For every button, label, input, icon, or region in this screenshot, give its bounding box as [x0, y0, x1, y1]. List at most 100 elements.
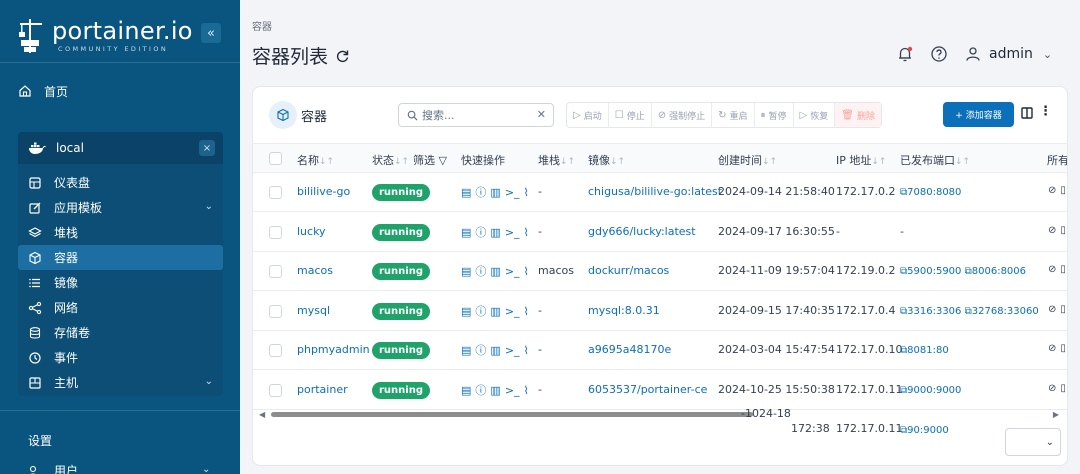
- console-icon[interactable]: >_: [505, 305, 520, 318]
- more-options-icon[interactable]: ⋮: [1039, 104, 1052, 119]
- help-icon[interactable]: [929, 44, 949, 64]
- stats-icon[interactable]: ▥: [490, 344, 500, 357]
- column-header-stack[interactable]: 堆栈↓↑: [538, 152, 575, 168]
- start-button[interactable]: ▷ 启动: [567, 103, 609, 127]
- attach-icon[interactable]: ⌇: [524, 265, 529, 278]
- container-name[interactable]: lucky: [297, 225, 326, 238]
- search-input[interactable]: [422, 108, 534, 122]
- row-checkbox[interactable]: [269, 265, 282, 278]
- image-name[interactable]: chigusa/bililive-go:latest: [588, 185, 722, 198]
- scrollbar-thumb[interactable]: [271, 412, 753, 417]
- column-header-created[interactable]: 创建时间↓↑: [718, 152, 777, 168]
- inspect-icon[interactable]: ⓘ: [475, 263, 486, 279]
- column-header-image[interactable]: 镜像↓↑: [588, 152, 625, 168]
- username[interactable]: admin: [989, 46, 1033, 62]
- column-filter[interactable]: 筛选 ▽: [413, 152, 447, 168]
- container-name[interactable]: portainer: [297, 383, 348, 396]
- container-name[interactable]: macos: [297, 264, 333, 277]
- sidebar-item-images[interactable]: 镜像: [18, 270, 223, 295]
- refresh-icon[interactable]: [334, 48, 350, 64]
- restart-button[interactable]: ↻ 重启: [712, 103, 755, 127]
- close-environment-button[interactable]: ×: [199, 140, 215, 156]
- inspect-icon[interactable]: ⓘ: [475, 342, 486, 358]
- breadcrumb[interactable]: 容器: [252, 18, 272, 33]
- port-mapping[interactable]: 3316:3306: [907, 306, 961, 317]
- console-icon[interactable]: >_: [505, 226, 520, 239]
- resume-button[interactable]: ▷ 恢复: [794, 103, 836, 127]
- inspect-icon[interactable]: ⓘ: [475, 224, 486, 240]
- page-size-select[interactable]: ⌄: [1005, 428, 1061, 456]
- sidebar-item-volumes[interactable]: 存储卷: [18, 320, 223, 345]
- console-icon[interactable]: >_: [505, 186, 520, 199]
- sidebar-item-events[interactable]: 事件: [18, 345, 223, 370]
- add-container-button[interactable]: + 添加容器: [943, 102, 1014, 127]
- column-header-ownership[interactable]: 所有: [1047, 152, 1067, 168]
- logs-icon[interactable]: ▤: [461, 384, 471, 397]
- notification-bell-icon[interactable]: [895, 44, 915, 64]
- console-icon[interactable]: >_: [505, 384, 520, 397]
- attach-icon[interactable]: ⌇: [524, 305, 529, 318]
- remove-button[interactable]: 🗑 删除: [835, 103, 881, 127]
- attach-icon[interactable]: ⌇: [524, 344, 529, 357]
- port-mapping[interactable]: 9000:9000: [907, 385, 961, 396]
- image-name[interactable]: 6053537/portainer-ce: [588, 383, 707, 396]
- sidebar-item-stacks[interactable]: 堆栈: [18, 220, 223, 245]
- sidebar-item-home[interactable]: 首页: [18, 80, 68, 102]
- sidebar-item-host[interactable]: 主机 ⌄: [18, 370, 223, 395]
- sidebar-item-containers[interactable]: 容器: [18, 245, 223, 270]
- sidebar-item-networks[interactable]: 网络: [18, 295, 223, 320]
- horizontal-scrollbar[interactable]: ◀ ▶: [259, 410, 1059, 419]
- inspect-icon[interactable]: ⓘ: [475, 382, 486, 398]
- environment-header[interactable]: local ×: [18, 132, 223, 164]
- logs-icon[interactable]: ▤: [461, 344, 471, 357]
- container-name[interactable]: mysql: [297, 304, 330, 317]
- image-name[interactable]: mysql:8.0.31: [588, 304, 660, 317]
- stats-icon[interactable]: ▥: [490, 384, 500, 397]
- container-name[interactable]: phpmyadmin: [297, 343, 370, 356]
- port-mapping[interactable]: 7080:8080: [907, 187, 961, 198]
- partial-row-port[interactable]: ⧉90:9000: [900, 422, 949, 436]
- port-mapping[interactable]: 8081:80: [907, 345, 949, 356]
- clear-search-icon[interactable]: ✕: [537, 108, 546, 121]
- column-header-ports[interactable]: 已发布端口↓↑: [900, 152, 970, 168]
- container-name[interactable]: bililive-go: [297, 185, 350, 198]
- select-all-checkbox[interactable]: [269, 152, 282, 165]
- row-checkbox[interactable]: [269, 384, 282, 397]
- chevron-down-icon[interactable]: ⌄: [1043, 48, 1052, 61]
- stats-icon[interactable]: ▥: [490, 305, 500, 318]
- logs-icon[interactable]: ▤: [461, 186, 471, 199]
- port-mapping[interactable]: 8006:8006: [972, 266, 1026, 277]
- portainer-logo[interactable]: portainer.io COMMUNITY EDITION: [18, 18, 193, 54]
- logs-icon[interactable]: ▤: [461, 305, 471, 318]
- stats-icon[interactable]: ▥: [490, 265, 500, 278]
- column-header-ip[interactable]: IP 地址↓↑: [836, 152, 886, 168]
- image-name[interactable]: a9695a48170e: [588, 343, 671, 356]
- row-checkbox[interactable]: [269, 344, 282, 357]
- column-header-name[interactable]: 名称↓↑: [297, 152, 334, 168]
- row-checkbox[interactable]: [269, 305, 282, 318]
- stop-button[interactable]: ☐ 停止: [609, 103, 652, 127]
- user-icon[interactable]: [963, 44, 983, 64]
- attach-icon[interactable]: ⌇: [524, 384, 529, 397]
- image-name[interactable]: gdy666/lucky:latest: [588, 225, 696, 238]
- attach-icon[interactable]: ⌇: [524, 186, 529, 199]
- stats-icon[interactable]: ▥: [490, 186, 500, 199]
- console-icon[interactable]: >_: [505, 265, 520, 278]
- inspect-icon[interactable]: ⓘ: [475, 184, 486, 200]
- logs-icon[interactable]: ▤: [461, 265, 471, 278]
- scroll-left-icon[interactable]: ◀: [259, 410, 265, 419]
- sidebar-item-app-templates[interactable]: 应用模板 ⌄: [18, 195, 223, 220]
- pause-button[interactable]: ⏸ 暂停: [755, 103, 794, 127]
- sidebar-item-users[interactable]: 用户: [28, 462, 78, 474]
- attach-icon[interactable]: ⌇: [524, 226, 529, 239]
- columns-icon[interactable]: [1021, 107, 1033, 119]
- sidebar-item-dashboard[interactable]: 仪表盘: [18, 170, 223, 195]
- kill-button[interactable]: ⊘ 强制停止: [652, 103, 713, 127]
- port-mapping[interactable]: 32768:33060: [972, 306, 1039, 317]
- row-checkbox[interactable]: [269, 226, 282, 239]
- collapse-sidebar-button[interactable]: «: [201, 23, 221, 43]
- column-header-state[interactable]: 状态↓↑: [372, 152, 409, 168]
- logs-icon[interactable]: ▤: [461, 226, 471, 239]
- row-checkbox[interactable]: [269, 186, 282, 199]
- inspect-icon[interactable]: ⓘ: [475, 303, 486, 319]
